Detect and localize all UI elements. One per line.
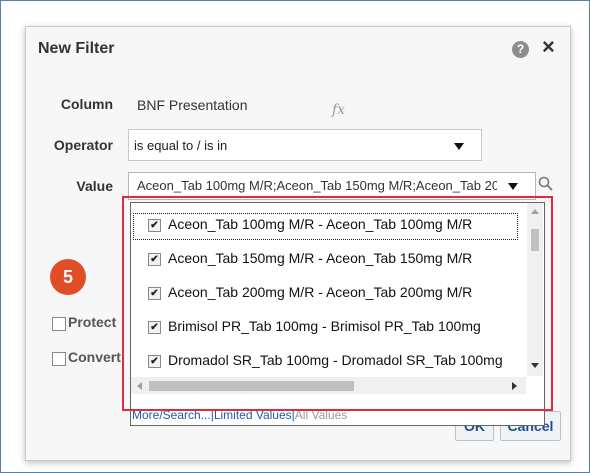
convert-label: Convert <box>68 349 121 365</box>
operator-select[interactable]: is equal to / is in <box>128 129 482 161</box>
chevron-down-icon[interactable] <box>508 183 518 190</box>
value-text: Aceon_Tab 100mg M/R;Aceon_Tab 150mg M/R;… <box>137 178 497 193</box>
operator-value: is equal to / is in <box>134 138 228 153</box>
column-value: BNF Presentation <box>137 97 248 113</box>
convert-checkbox[interactable] <box>52 352 66 366</box>
column-label: Column <box>60 96 113 112</box>
search-icon[interactable] <box>538 176 554 192</box>
highlight-annotation <box>122 196 553 411</box>
fx-icon[interactable]: fx <box>332 102 345 118</box>
close-icon[interactable]: × <box>542 36 555 58</box>
step-badge: 5 <box>50 259 86 295</box>
question-circle-icon[interactable]: ? <box>512 41 529 58</box>
chevron-down-icon[interactable] <box>454 143 464 150</box>
operator-label: Operator <box>53 137 113 153</box>
protect-checkbox[interactable] <box>52 317 66 331</box>
value-label: Value <box>76 178 113 194</box>
protect-label: Protect <box>68 314 117 330</box>
dialog-title: New Filter <box>38 40 115 57</box>
